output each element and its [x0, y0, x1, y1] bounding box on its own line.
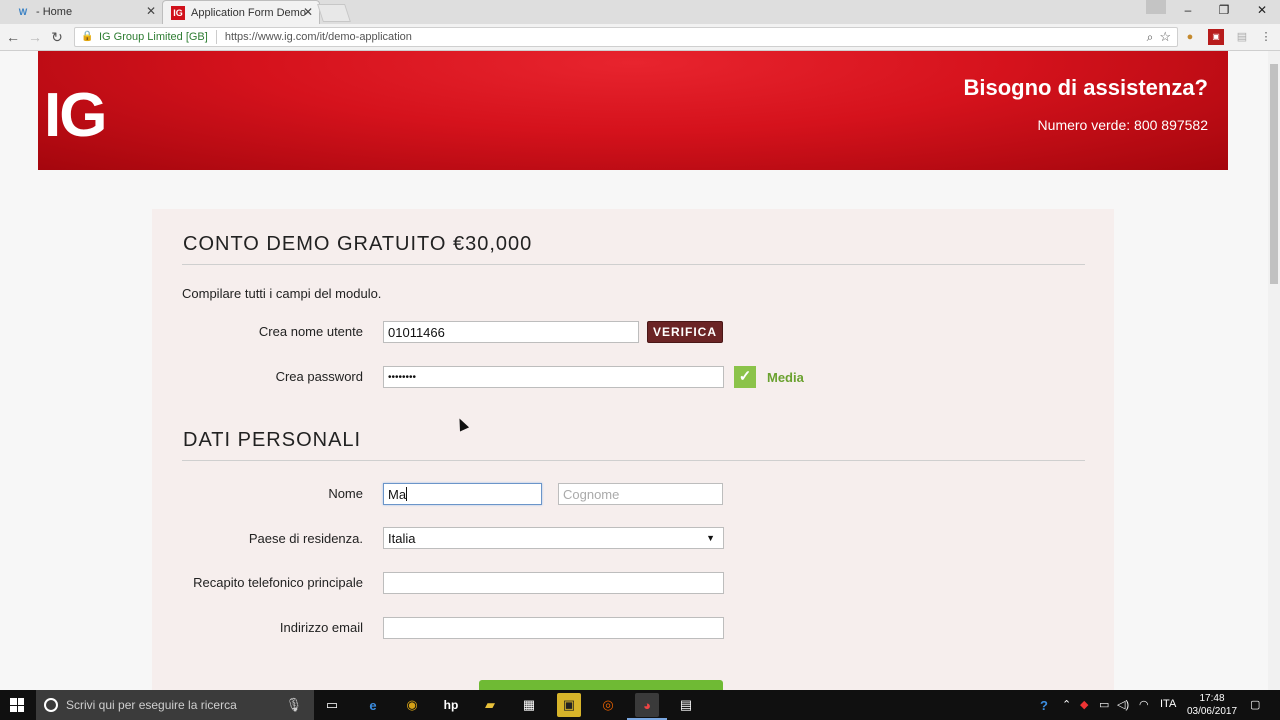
verify-button[interactable]: VERIFICA — [647, 321, 723, 343]
weebly-icon: W — [18, 7, 28, 17]
section-personal-data-title: DATI PERSONALI — [183, 429, 362, 451]
volume-icon[interactable]: ◁) — [1117, 698, 1129, 711]
scrollbar-thumb[interactable] — [1270, 64, 1278, 284]
store-icon[interactable]: ▦ — [517, 693, 541, 717]
email-label: Indirizzo email — [279, 620, 363, 635]
help-icon[interactable]: ? — [1032, 693, 1056, 717]
dropdown-arrow-icon: ▼ — [706, 533, 715, 543]
phone-label: Recapito telefonico principale — [193, 575, 363, 590]
windows-logo-icon — [10, 698, 24, 712]
section-divider — [182, 460, 1085, 461]
extension-badge-icon[interactable]: ▣ — [1208, 29, 1224, 45]
bookmark-star-icon[interactable]: ☆ — [1159, 29, 1171, 45]
back-arrow-icon[interactable]: ← — [4, 28, 22, 46]
lock-icon: 🔒 — [81, 31, 94, 42]
header-banner — [38, 51, 1228, 170]
notes-icon[interactable]: ▣ — [557, 693, 581, 717]
edge-icon[interactable]: e — [361, 693, 385, 717]
taskbar-search[interactable]: Scrivi qui per eseguire la ricerca 🎙 — [36, 690, 314, 720]
new-tab-button[interactable] — [317, 4, 351, 22]
tab-close-icon[interactable]: ✕ — [303, 5, 313, 19]
section-demo-account-title: CONTO DEMO GRATUITO €30,000 — [183, 233, 533, 255]
antivirus-icon[interactable]: ◆ — [1080, 698, 1088, 711]
ig-favicon-icon: IG — [171, 5, 185, 20]
email-input[interactable] — [383, 617, 724, 639]
help-title: Bisogno di assistenza? — [963, 75, 1209, 100]
cookie-extension-icon[interactable]: ● — [1182, 29, 1198, 45]
zoom-icon[interactable]: ⌕ — [1147, 30, 1154, 45]
form-intro: Compilare tutti i campi del modulo. — [182, 286, 382, 301]
clock-date: 03/06/2017 — [1186, 706, 1238, 717]
tab-close-icon[interactable]: ✕ — [146, 4, 156, 18]
section-divider — [182, 264, 1085, 265]
tab-label: - Home — [36, 6, 73, 18]
first-name-input[interactable]: Ma — [383, 483, 542, 505]
chrome-icon[interactable]: ◕ — [635, 693, 659, 717]
clock-time: 17:48 — [1199, 693, 1225, 704]
secure-label: IG Group Limited [GB] — [99, 31, 208, 43]
checkmark-icon: ✓ — [734, 366, 756, 388]
screen-recorder-icon[interactable]: ▤ — [674, 693, 698, 717]
forward-arrow-icon[interactable]: → — [26, 28, 44, 46]
menu-kebab-icon[interactable]: ⋮ — [1258, 29, 1274, 45]
file-explorer-icon[interactable]: ▰ — [478, 693, 502, 717]
address-bar[interactable]: 🔒 IG Group Limited [GB] https://www.ig.c… — [74, 27, 1178, 47]
help-phone: Numero verde: 800 897582 — [1037, 117, 1208, 133]
username-input[interactable]: 01011466 — [383, 321, 639, 343]
reload-icon[interactable]: ↻ — [48, 28, 66, 46]
app-icon[interactable]: ◉ — [400, 693, 424, 717]
profile-icon[interactable] — [1146, 0, 1166, 14]
wifi-icon[interactable]: ◠ — [1139, 698, 1149, 711]
firefox-icon[interactable]: ◎ — [596, 693, 620, 717]
language-indicator[interactable]: ITA — [1160, 698, 1176, 710]
close-window-button[interactable]: ✕ — [1244, 0, 1280, 22]
search-placeholder: Scrivi qui per eseguire la ricerca — [66, 698, 237, 712]
hp-icon[interactable]: hp — [439, 693, 463, 717]
password-label: Crea password — [275, 369, 363, 384]
username-label: Crea nome utente — [258, 324, 363, 339]
country-select[interactable]: Italia ▼ — [383, 527, 724, 549]
url-text: https://www.ig.com/it/demo-application — [224, 31, 412, 43]
taskbar-clock[interactable]: 17:48 03/06/2017 — [1178, 692, 1246, 718]
restore-button[interactable]: ❐ — [1206, 0, 1242, 22]
battery-icon[interactable]: ▭ — [1099, 698, 1109, 711]
phone-input[interactable] — [383, 572, 724, 594]
address-separator — [215, 30, 217, 44]
ig-logo[interactable]: IG — [44, 84, 107, 148]
last-name-placeholder: Cognome — [563, 486, 620, 502]
notifications-icon[interactable]: ▢ — [1250, 698, 1260, 711]
tray-chevron-icon[interactable]: ⌃ — [1062, 698, 1071, 711]
pdf-extension-icon[interactable]: ▤ — [1234, 29, 1250, 45]
country-value: Italia — [388, 530, 416, 546]
country-label: Paese di residenza. — [248, 531, 363, 546]
password-input[interactable]: •••••••• — [383, 366, 724, 388]
last-name-input[interactable]: Cognome — [558, 483, 723, 505]
minimize-button[interactable]: – — [1170, 0, 1206, 22]
first-name-value: Ma — [388, 486, 407, 502]
text-caret — [406, 487, 408, 501]
tab-application-form[interactable]: IG Application Form Demo ✕ — [162, 0, 320, 24]
tab-label: Application Form Demo — [191, 6, 306, 19]
submit-button[interactable] — [479, 680, 723, 690]
microphone-icon[interactable]: 🎙 — [285, 697, 302, 713]
name-label: Nome — [328, 486, 363, 501]
password-strength: Media — [767, 370, 804, 385]
task-view-icon[interactable]: ▭ — [320, 693, 344, 717]
tab-home[interactable]: W - Home ✕ — [6, 0, 162, 24]
start-button[interactable] — [0, 690, 34, 720]
cortana-icon — [44, 698, 58, 712]
